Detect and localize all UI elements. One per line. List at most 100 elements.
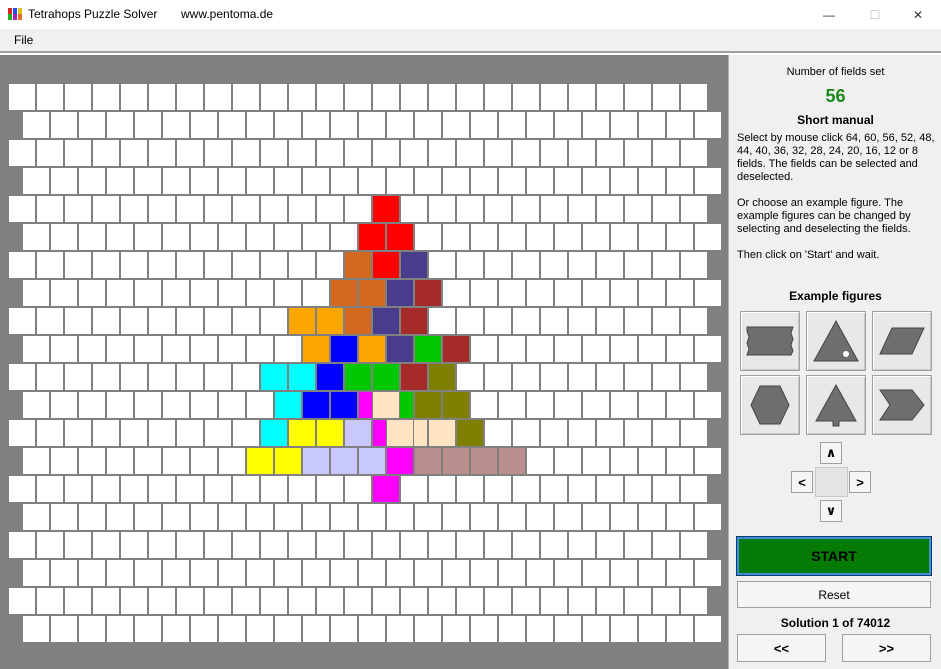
board-cell[interactable] (260, 587, 288, 615)
board-cell[interactable] (78, 559, 106, 587)
board-cell[interactable] (50, 447, 78, 475)
board-cell[interactable] (50, 559, 78, 587)
board-cell[interactable] (106, 335, 134, 363)
board-cell[interactable] (162, 167, 190, 195)
piece-cell[interactable] (400, 251, 428, 279)
board-cell[interactable] (638, 111, 666, 139)
board-cell[interactable] (232, 531, 260, 559)
board-cell[interactable] (260, 475, 288, 503)
board-cell[interactable] (526, 559, 554, 587)
board-cell[interactable] (176, 587, 204, 615)
board-cell[interactable] (176, 475, 204, 503)
minimize-button[interactable]: — (806, 0, 852, 29)
board-cell[interactable] (442, 503, 470, 531)
board-cell[interactable] (470, 335, 498, 363)
board-cell[interactable] (372, 139, 400, 167)
board-cell[interactable] (596, 307, 624, 335)
board-cell[interactable] (680, 83, 708, 111)
board-cell[interactable] (484, 419, 512, 447)
board-cell[interactable] (554, 615, 582, 643)
board-cell[interactable] (162, 503, 190, 531)
board-cell[interactable] (372, 587, 400, 615)
board-cell[interactable] (442, 111, 470, 139)
board-cell[interactable] (288, 195, 316, 223)
board-cell[interactable] (246, 111, 274, 139)
board-cell[interactable] (638, 279, 666, 307)
board-cell[interactable] (288, 587, 316, 615)
board-cell[interactable] (526, 447, 554, 475)
piece-cell[interactable] (442, 335, 470, 363)
board-cell[interactable] (652, 139, 680, 167)
board-cell[interactable] (596, 475, 624, 503)
board-cell[interactable] (638, 391, 666, 419)
board-cell[interactable] (302, 615, 330, 643)
board-cell[interactable] (540, 419, 568, 447)
board-cell[interactable] (330, 111, 358, 139)
board-cell[interactable] (176, 83, 204, 111)
board-cell[interactable] (526, 111, 554, 139)
board-cell[interactable] (484, 587, 512, 615)
board-cell[interactable] (22, 335, 50, 363)
board-cell[interactable] (554, 559, 582, 587)
board-cell[interactable] (106, 447, 134, 475)
board-cell[interactable] (680, 251, 708, 279)
board-cell[interactable] (358, 167, 386, 195)
board-cell[interactable] (610, 167, 638, 195)
board-cell[interactable] (442, 615, 470, 643)
board-cell[interactable] (218, 223, 246, 251)
board-cell[interactable] (512, 363, 540, 391)
board-cell[interactable] (428, 83, 456, 111)
example-hexagon-button[interactable] (740, 375, 800, 435)
piece-cell[interactable] (344, 363, 372, 391)
board-cell[interactable] (302, 167, 330, 195)
board-cell[interactable] (50, 503, 78, 531)
board-cell[interactable] (190, 279, 218, 307)
board-cell[interactable] (624, 531, 652, 559)
piece-cell[interactable] (386, 335, 414, 363)
board-cell[interactable] (526, 615, 554, 643)
board-cell[interactable] (666, 503, 694, 531)
piece-cell[interactable] (428, 419, 456, 447)
piece-cell[interactable] (372, 475, 400, 503)
board-cell[interactable] (8, 195, 36, 223)
board-cell[interactable] (568, 531, 596, 559)
board-cell[interactable] (498, 279, 526, 307)
board-cell[interactable] (120, 195, 148, 223)
piece-cell[interactable] (302, 447, 330, 475)
board-cell[interactable] (330, 167, 358, 195)
next-solution-button[interactable]: >> (842, 634, 931, 662)
piece-cell[interactable] (372, 307, 400, 335)
board-cell[interactable] (78, 335, 106, 363)
board-cell[interactable] (232, 363, 260, 391)
board-cell[interactable] (512, 587, 540, 615)
board-cell[interactable] (120, 363, 148, 391)
board-cell[interactable] (610, 559, 638, 587)
board-cell[interactable] (120, 531, 148, 559)
board-cell[interactable] (386, 167, 414, 195)
board-cell[interactable] (582, 503, 610, 531)
board-cell[interactable] (568, 475, 596, 503)
board-cell[interactable] (22, 279, 50, 307)
board-cell[interactable] (36, 251, 64, 279)
board-cell[interactable] (50, 111, 78, 139)
board-cell[interactable] (610, 335, 638, 363)
board-cell[interactable] (176, 363, 204, 391)
board-cell[interactable] (344, 139, 372, 167)
board-cell[interactable] (134, 559, 162, 587)
piece-cell[interactable] (414, 391, 442, 419)
example-rectangle-button[interactable] (740, 311, 800, 371)
board-cell[interactable] (330, 223, 358, 251)
board-cell[interactable] (428, 587, 456, 615)
board-cell[interactable] (288, 531, 316, 559)
board-cell[interactable] (358, 615, 386, 643)
board-cell[interactable] (666, 447, 694, 475)
board-cell[interactable] (400, 139, 428, 167)
board-cell[interactable] (274, 223, 302, 251)
board-cell[interactable] (652, 307, 680, 335)
board-cell[interactable] (22, 167, 50, 195)
piece-cell[interactable] (274, 391, 302, 419)
piece-cell[interactable] (260, 363, 288, 391)
board-cell[interactable] (554, 279, 582, 307)
board-cell[interactable] (148, 83, 176, 111)
menu-file[interactable]: File (14, 33, 33, 47)
